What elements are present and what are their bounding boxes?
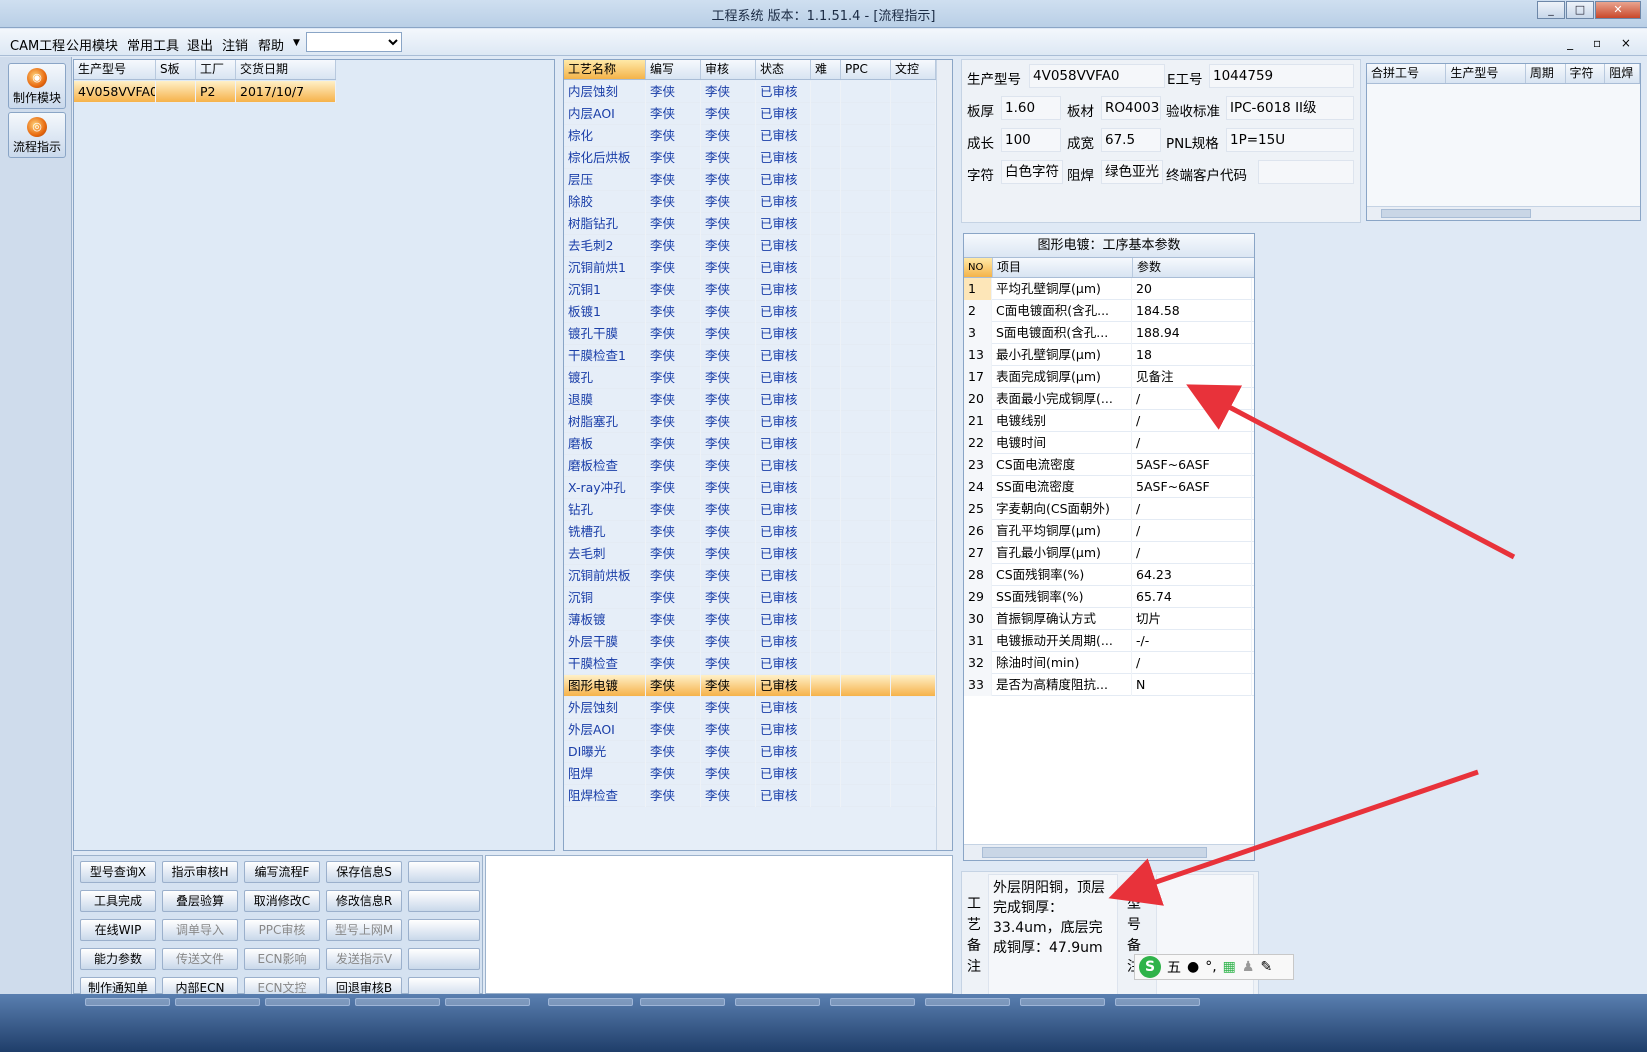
taskbar-button[interactable] bbox=[85, 998, 170, 1006]
taskbar-button[interactable] bbox=[175, 998, 260, 1006]
annotation-arrows bbox=[1108, 384, 1516, 906]
arrow-to-param bbox=[1186, 384, 1516, 560]
taskbar-button[interactable] bbox=[925, 998, 1010, 1006]
taskbar-button[interactable] bbox=[445, 998, 530, 1006]
arrow-to-remark bbox=[1108, 769, 1479, 906]
taskbar-button[interactable] bbox=[265, 998, 350, 1006]
taskbar-button[interactable] bbox=[355, 998, 440, 1006]
taskbar-button[interactable] bbox=[1020, 998, 1105, 1006]
taskbar-button[interactable] bbox=[548, 998, 633, 1006]
taskbar-button[interactable] bbox=[640, 998, 725, 1006]
taskbar-button[interactable] bbox=[1115, 998, 1200, 1006]
taskbar-button[interactable] bbox=[830, 998, 915, 1006]
taskbar-button[interactable] bbox=[735, 998, 820, 1006]
